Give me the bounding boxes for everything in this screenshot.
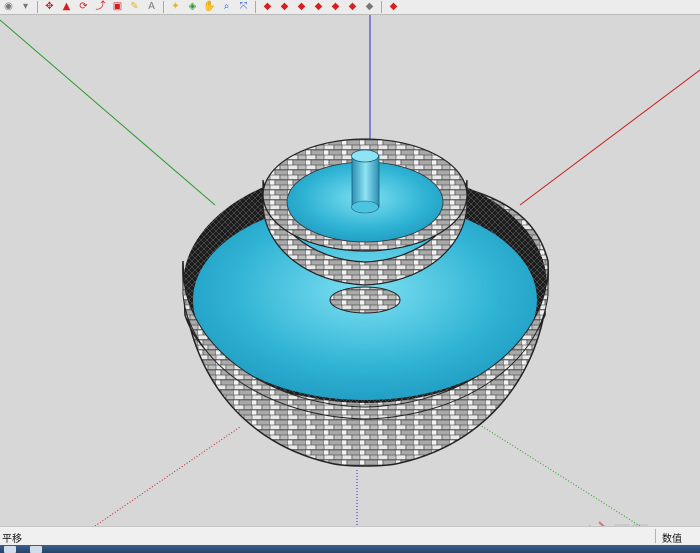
pedestal <box>329 286 401 314</box>
photo-texture-button[interactable]: ◆ <box>361 1 378 14</box>
model-viewport[interactable] <box>0 15 700 526</box>
status-bar: 平移 数值 <box>0 526 700 545</box>
share-model-button[interactable]: ◆ <box>327 1 344 14</box>
status-text: 平移 <box>2 534 22 545</box>
next-view-icon: ◆ <box>280 1 289 12</box>
orbit-view-button[interactable]: ◈ <box>184 1 201 14</box>
pan-icon: ✋ <box>203 1 216 12</box>
fountain-jet <box>351 154 380 208</box>
offset-icon: ▣ <box>112 1 123 12</box>
zoom-button[interactable]: ⌕ <box>218 1 235 14</box>
fountain-jet-top <box>351 149 379 163</box>
move-icon: ✥ <box>45 1 54 12</box>
follow-me-icon: ⤴ <box>95 1 106 12</box>
next-view-button[interactable]: ◆ <box>276 1 293 14</box>
plugin-icon: ◆ <box>389 1 398 12</box>
green-axis-dotted <box>479 424 641 526</box>
zoom-extents-button[interactable]: ⤧ <box>235 1 252 14</box>
orbit-icon: ◉ <box>4 1 13 12</box>
tape-measure-icon: ✎ <box>130 1 139 12</box>
toolbar-separator <box>255 1 256 13</box>
previous-view-button[interactable]: ◆ <box>259 1 276 14</box>
tape-measure-button[interactable]: ✎ <box>126 1 143 14</box>
plugin-button[interactable]: ◆ <box>385 1 402 14</box>
orbit-button[interactable]: ◉ <box>0 1 17 14</box>
fountain-jet-base <box>351 200 379 214</box>
warehouse-button[interactable]: ◆ <box>310 1 327 14</box>
text-icon: A <box>148 1 155 12</box>
share-model-icon: ◆ <box>331 1 340 12</box>
taskbar <box>0 545 700 553</box>
green-axis <box>0 19 216 206</box>
follow-me-button[interactable]: ⤴ <box>92 1 109 14</box>
paint-bucket-button[interactable]: ✦ <box>167 1 184 14</box>
red-axis <box>519 69 700 206</box>
warehouse-icon: ◆ <box>314 1 323 12</box>
status-divider <box>655 529 656 543</box>
red-axis-dotted <box>94 426 241 526</box>
measurements-label: 数值 <box>662 534 682 545</box>
push-pull-button[interactable]: ▲ <box>58 1 75 14</box>
zoom-extents-icon: ⤧ <box>239 1 248 12</box>
text-button[interactable]: A <box>143 1 160 14</box>
rotate-button[interactable]: ⟳ <box>75 1 92 14</box>
toolbar-separator <box>381 1 382 13</box>
toolbar: ◉ ▾ ✥ ▲ ⟳ ⤴ ▣ ✎ A ✦ ◈ ✋ ⌕ ⤧ ◆ ◆ ◆ ◆ ◆ ◆ ◆ ◆ <box>0 0 700 15</box>
rotate-icon: ⟳ <box>79 1 88 12</box>
toolbar-separator <box>163 1 164 13</box>
fountain-model[interactable] <box>182 138 549 467</box>
extension-button[interactable]: ◆ <box>344 1 361 14</box>
photo-texture-icon: ◆ <box>365 1 374 12</box>
extension-icon: ◆ <box>348 1 357 12</box>
zoom-icon: ⌕ <box>223 1 230 12</box>
taskbar-app-icon[interactable] <box>30 546 42 553</box>
components-icon: ◆ <box>297 1 306 12</box>
dropdown-arrow-button[interactable]: ▾ <box>17 1 34 14</box>
dropdown-arrow-icon: ▾ <box>22 1 29 12</box>
orbit-view-icon: ◈ <box>188 1 197 12</box>
offset-button[interactable]: ▣ <box>109 1 126 14</box>
toolbar-separator <box>37 1 38 13</box>
taskbar-app-icon[interactable] <box>4 546 16 553</box>
pan-button[interactable]: ✋ <box>201 1 218 14</box>
paint-bucket-icon: ✦ <box>171 1 180 12</box>
components-button[interactable]: ◆ <box>293 1 310 14</box>
move-button[interactable]: ✥ <box>41 1 58 14</box>
previous-view-icon: ◆ <box>263 1 272 12</box>
push-pull-icon: ▲ <box>62 1 71 12</box>
